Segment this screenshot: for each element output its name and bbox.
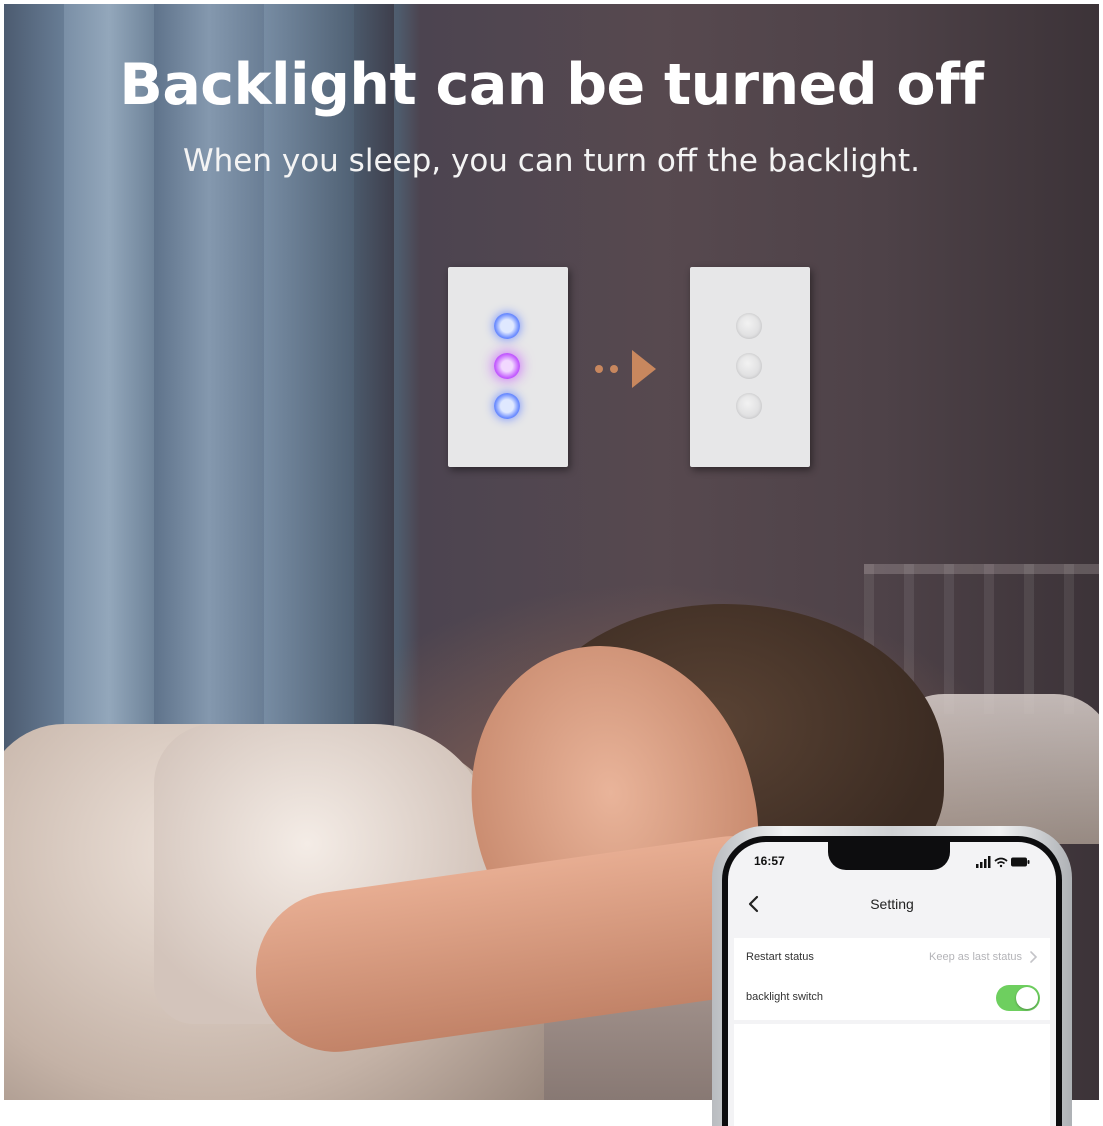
subheadline: When you sleep, you can turn off the bac… — [183, 143, 920, 179]
status-time: 16:57 — [754, 854, 785, 868]
wifi-icon — [994, 857, 1008, 868]
switch-plate-backlight-on — [448, 267, 568, 467]
phone-notch — [828, 842, 950, 870]
switch-plate-backlight-off — [690, 267, 810, 467]
settings-row-backlight-switch: backlight switch — [734, 978, 1050, 1018]
touch-button-unlit — [736, 393, 762, 419]
phone-screen: 16:57 Setting Restart status Keep as las… — [728, 842, 1056, 1126]
curtain — [4, 4, 64, 764]
touch-button-unlit — [736, 353, 762, 379]
headline: Backlight can be turned off — [119, 52, 984, 118]
toggle-knob — [1016, 987, 1038, 1009]
curtain — [154, 4, 264, 764]
signal-icon — [976, 856, 991, 868]
curtain — [264, 4, 354, 764]
empty-content-area — [734, 1024, 1050, 1126]
curtain — [64, 4, 154, 764]
touch-button-lit — [494, 393, 520, 419]
smartphone: 16:57 Setting Restart status Keep as las… — [712, 826, 1072, 1126]
touch-button-lit — [494, 313, 520, 339]
battery-icon — [1011, 857, 1030, 867]
touch-button-unlit — [736, 313, 762, 339]
settings-row-value: Keep as last status — [929, 951, 1022, 963]
chevron-right-icon — [1030, 951, 1038, 963]
settings-row-label: backlight switch — [746, 991, 824, 1003]
status-icons — [976, 856, 1030, 868]
settings-row-restart-status[interactable]: Restart status Keep as last status — [734, 938, 1050, 978]
backlight-toggle[interactable] — [996, 985, 1040, 1011]
page-title: Setting — [870, 896, 914, 912]
settings-row-label: Restart status — [746, 951, 814, 963]
touch-button-lit — [494, 353, 520, 379]
settings-card: Restart status Keep as last status backl… — [734, 938, 1050, 1020]
curtain — [354, 4, 394, 764]
arrow-right-icon — [595, 350, 656, 388]
phone-bezel: 16:57 Setting Restart status Keep as las… — [722, 836, 1062, 1126]
